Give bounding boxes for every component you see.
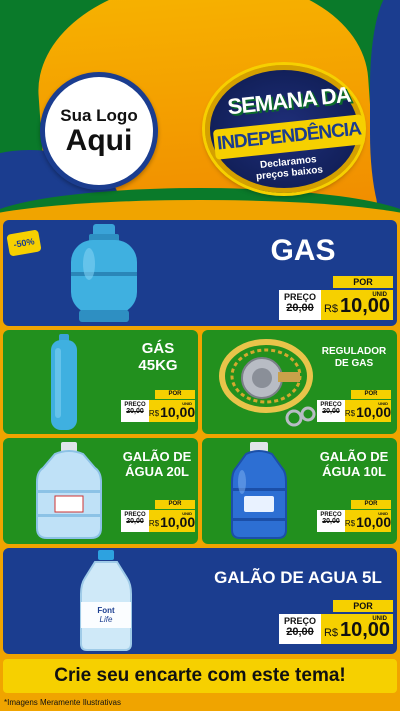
title-line2: ÁGUA 10L bbox=[322, 463, 386, 479]
price-new: R$ 10,00 UNID bbox=[321, 290, 393, 320]
price-preco-label: PREÇO bbox=[283, 616, 316, 626]
product-title-gas: GAS bbox=[270, 234, 336, 267]
title-line1: REGULADOR bbox=[321, 346, 387, 357]
tall-gas-cylinder-icon bbox=[51, 334, 77, 430]
price-new: R$ 10,00 UNID bbox=[149, 400, 195, 422]
price-new-value: 10,00 bbox=[160, 514, 196, 530]
price-new-value: 10,00 bbox=[160, 404, 196, 420]
independence-week-seal: SEMANA DA INDEPENDÊNCIA Declaramos preço… bbox=[205, 65, 366, 193]
header-blue-right-shape bbox=[370, 0, 400, 215]
price-currency: R$ bbox=[344, 519, 356, 528]
title-line1: GÁS bbox=[141, 340, 175, 357]
price-old: PREÇO 20,00 bbox=[317, 400, 345, 422]
price-tag: POR PREÇO 20,00 R$ 10,00 UNID bbox=[317, 390, 391, 422]
water-jug-20l-icon bbox=[36, 442, 102, 539]
logo-placeholder[interactable]: Sua Logo Aqui bbox=[40, 72, 158, 190]
product-title-water-10l: GALÃO DE ÁGUA 10L bbox=[316, 449, 392, 480]
bottle-brand-line2: Life bbox=[100, 615, 113, 624]
price-old-value: 20,00 bbox=[322, 408, 340, 415]
product-card-water-10l[interactable]: GALÃO DE ÁGUA 10L POR PREÇO 20,00 R$ 10,… bbox=[202, 438, 397, 544]
title-line2: DE GAS bbox=[334, 357, 374, 369]
price-unit: UNID bbox=[378, 511, 388, 516]
price-new: R$ 10,00 UNID bbox=[345, 400, 391, 422]
price-por-label: POR bbox=[333, 600, 393, 612]
price-tag: POR PREÇO 20,00 R$ 10,00 UNID bbox=[121, 500, 195, 532]
price-new: R$ 10,00 UNID bbox=[149, 510, 195, 532]
cta-banner[interactable]: Crie seu encarte com este tema! bbox=[3, 659, 397, 693]
price-old-value: 20,00 bbox=[286, 626, 314, 638]
product-title-gas-45kg: GÁS 45KG bbox=[121, 340, 195, 375]
price-old: PREÇO 20,00 bbox=[121, 400, 149, 422]
title-line2: 45KG bbox=[138, 357, 178, 375]
price-unit: UNID bbox=[372, 292, 387, 298]
price-old: PREÇO 20,00 bbox=[279, 290, 321, 320]
price-new: R$ 10,00 UNID bbox=[345, 510, 391, 532]
price-unit: UNID bbox=[378, 401, 388, 406]
price-por-label: POR bbox=[155, 390, 195, 399]
price-tag: POR PREÇO 20,00 R$ 10,00 UNID bbox=[121, 390, 195, 422]
price-old-value: 20,00 bbox=[126, 408, 144, 415]
footer-disclaimer: *Imagens Meramente Ilustrativas bbox=[0, 695, 400, 711]
bottle-brand-line1: Font bbox=[97, 606, 115, 615]
header-banner: Sua Logo Aqui SEMANA DA INDEPENDÊNCIA De… bbox=[0, 0, 400, 215]
logo-line1: Sua Logo bbox=[60, 106, 138, 125]
product-title-water-20l: GALÃO DE ÁGUA 20L bbox=[119, 449, 195, 480]
water-bottle-5l-icon: Font Life bbox=[80, 550, 132, 651]
price-tag: POR PREÇO 20,00 R$ 10,00 UNID bbox=[317, 500, 391, 532]
price-currency: R$ bbox=[148, 519, 160, 528]
seal-title-line2: INDEPENDÊNCIA bbox=[216, 118, 362, 155]
price-tag: POR PREÇO 20,00 R$ 10,00 UNID bbox=[279, 276, 393, 322]
price-new-value: 10,00 bbox=[340, 619, 391, 641]
price-currency: R$ bbox=[344, 409, 356, 418]
price-currency: R$ bbox=[323, 303, 338, 315]
price-new-value: 10,00 bbox=[356, 514, 392, 530]
product-title-regulator: REGULADOR DE GAS bbox=[314, 346, 394, 369]
price-new-value: 10,00 bbox=[356, 404, 392, 420]
product-card-water-20l[interactable]: GALÃO DE ÁGUA 20L POR PREÇO 20,00 R$ 10,… bbox=[3, 438, 198, 544]
price-unit: UNID bbox=[182, 401, 192, 406]
price-currency: R$ bbox=[323, 627, 338, 639]
product-title-water-5l: GALÃO DE AGUA 5L bbox=[214, 568, 382, 587]
title-line2: ÁGUA 20L bbox=[125, 463, 189, 479]
seal-subtitle: Declaramos preços baixos bbox=[229, 152, 349, 185]
price-por-label: POR bbox=[155, 500, 195, 509]
price-por-label: POR bbox=[351, 390, 391, 399]
price-old: PREÇO 20,00 bbox=[279, 614, 321, 644]
price-tag: POR PREÇO 20,00 R$ 10,00 UNID bbox=[279, 600, 393, 646]
price-new: R$ 10,00 UNID bbox=[321, 614, 393, 644]
price-new-value: 10,00 bbox=[340, 295, 391, 317]
price-por-label: POR bbox=[351, 500, 391, 509]
product-card-regulator[interactable]: REGULADOR DE GAS POR PREÇO 20,00 R$ 10,0… bbox=[202, 330, 397, 434]
price-currency: R$ bbox=[148, 409, 160, 418]
product-card-water-5l[interactable]: Font Life GALÃO DE AGUA 5L POR PREÇO 20,… bbox=[3, 548, 397, 654]
price-old-value: 20,00 bbox=[322, 518, 340, 525]
title-line1: GALÃO DE bbox=[122, 449, 192, 464]
product-card-gas-45kg[interactable]: GÁS 45KG POR PREÇO 20,00 R$ 10,00 UNID bbox=[3, 330, 198, 434]
price-unit: UNID bbox=[182, 511, 192, 516]
price-unit: UNID bbox=[372, 616, 387, 622]
gas-cylinder-icon bbox=[71, 224, 137, 322]
water-jug-10l-icon bbox=[231, 442, 287, 539]
price-old: PREÇO 20,00 bbox=[317, 510, 345, 532]
price-preco-label: PREÇO bbox=[283, 292, 316, 302]
title-line1: GALÃO DE bbox=[319, 449, 389, 464]
price-por-label: POR bbox=[333, 276, 393, 288]
product-card-gas[interactable]: GAS POR PREÇO 20,00 R$ 10,00 UNID bbox=[3, 220, 397, 326]
logo-line2: Aqui bbox=[65, 124, 133, 157]
price-old: PREÇO 20,00 bbox=[121, 510, 149, 532]
gas-regulator-icon bbox=[219, 339, 316, 427]
price-old-value: 20,00 bbox=[286, 302, 314, 314]
price-old-value: 20,00 bbox=[126, 518, 144, 525]
